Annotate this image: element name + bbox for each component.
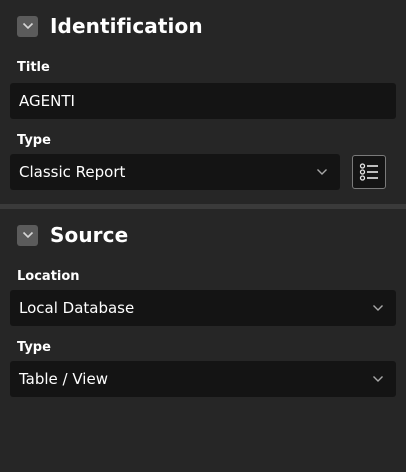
identification-section: Identification Title AGENTI Type Classic… bbox=[0, 0, 406, 190]
source-type-select-value: Table / View bbox=[19, 370, 108, 388]
chevron-down-icon bbox=[317, 169, 327, 175]
collapse-toggle-identification[interactable] bbox=[17, 15, 38, 37]
section-title-identification: Identification bbox=[50, 14, 203, 38]
list-button[interactable] bbox=[352, 155, 386, 189]
chevron-down-icon bbox=[22, 231, 33, 239]
list-icon bbox=[359, 163, 378, 181]
type-label: Type bbox=[17, 133, 51, 148]
chevron-down-icon bbox=[22, 22, 33, 30]
title-label: Title bbox=[17, 60, 50, 75]
source-section: Source Location Local Database Type Tabl… bbox=[0, 209, 406, 397]
location-select-value: Local Database bbox=[19, 299, 135, 317]
type-select[interactable]: Classic Report bbox=[10, 154, 340, 190]
source-type-select[interactable]: Table / View bbox=[10, 361, 396, 397]
section-title-source: Source bbox=[50, 223, 129, 247]
source-header[interactable]: Source bbox=[0, 209, 406, 261]
title-input[interactable]: AGENTI bbox=[10, 83, 396, 119]
type-select-value: Classic Report bbox=[19, 163, 126, 181]
location-label: Location bbox=[17, 269, 80, 284]
location-select[interactable]: Local Database bbox=[10, 290, 396, 326]
identification-header[interactable]: Identification bbox=[0, 0, 406, 52]
chevron-down-icon bbox=[373, 305, 383, 311]
title-value: AGENTI bbox=[19, 92, 75, 110]
collapse-toggle-source[interactable] bbox=[17, 224, 38, 246]
chevron-down-icon bbox=[373, 376, 383, 382]
source-type-label: Type bbox=[17, 340, 51, 355]
